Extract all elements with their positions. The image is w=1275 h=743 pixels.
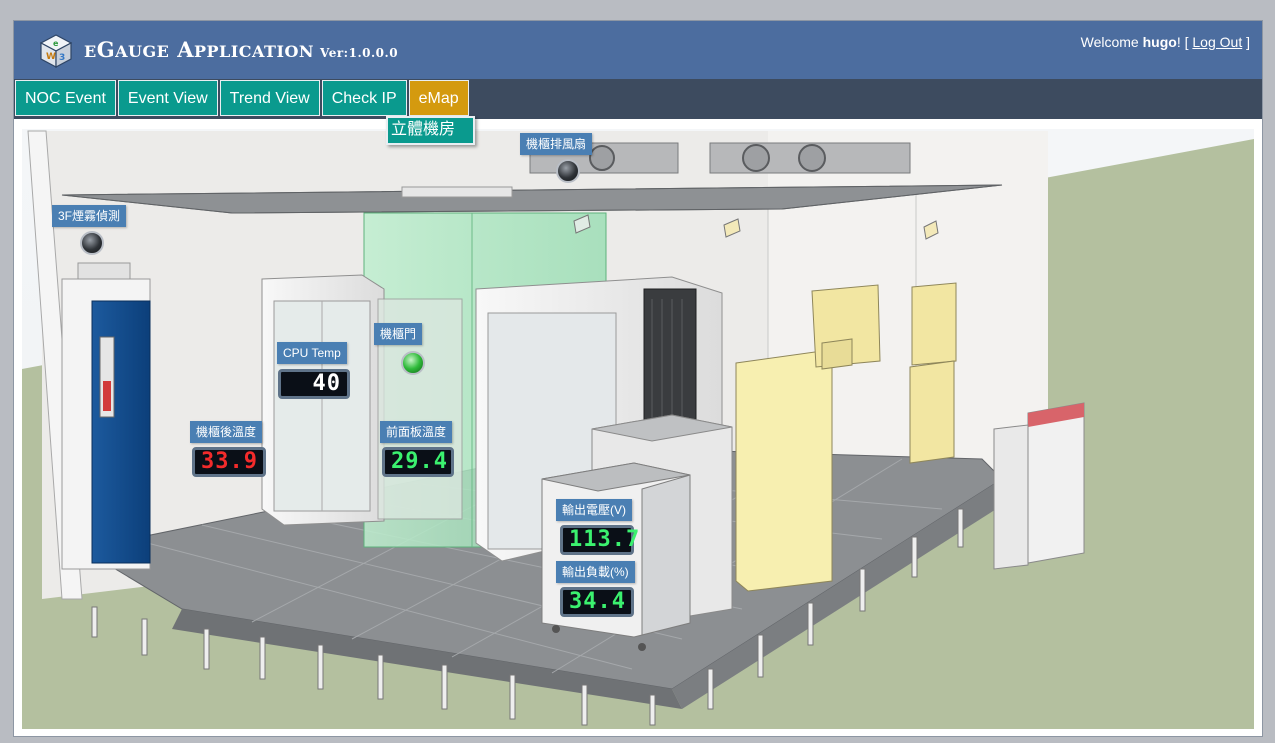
app-title-gauge-rest: AUGE — [115, 42, 170, 61]
tab-noc-event[interactable]: NOC Event — [15, 80, 116, 116]
nav-bar: NOC Event Event View Trend View Check IP… — [14, 79, 1262, 119]
app-version: Ver:1.0.0.0 — [320, 46, 399, 60]
nav-tabs: NOC Event Event View Trend View Check IP… — [15, 80, 471, 116]
rear-temp-value[interactable]: 33.9 — [192, 447, 266, 477]
tab-emap[interactable]: eMap — [408, 80, 469, 116]
emap-3d-server-room: 機櫃排風扇 3F煙霧偵測 機櫃門 CPU Temp 40 機櫃後溫度 33.9 … — [22, 129, 1254, 729]
cabinet-door-indicator-icon[interactable] — [401, 351, 425, 375]
smoke-detector-indicator-icon[interactable] — [80, 231, 104, 255]
svg-text:W: W — [46, 52, 56, 62]
cpu-temp-value[interactable]: 40 — [278, 369, 350, 399]
welcome-suffix: ! [ — [1176, 34, 1193, 50]
emap-submenu-item-3d-room[interactable]: 立體機房 — [386, 116, 475, 145]
tab-check-ip[interactable]: Check IP — [321, 80, 407, 116]
logout-link[interactable]: Log Out — [1192, 34, 1242, 50]
app-title-e: E — [84, 42, 97, 61]
tab-trend-view[interactable]: Trend View — [219, 80, 320, 116]
app-window: W 3 e EGAUGE APPLICATION Ver:1.0.0.0 Welc… — [13, 20, 1263, 737]
app-title-application-initial: A — [177, 37, 194, 62]
label-exhaust-fan: 機櫃排風扇 — [520, 133, 593, 155]
cube-logo-icon: W 3 e — [38, 33, 74, 69]
welcome-prefix: Welcome — [1080, 34, 1143, 50]
app-title-application-rest: PPLICATION — [193, 42, 315, 61]
svg-text:3: 3 — [59, 53, 65, 63]
output-voltage-value[interactable]: 113.7 — [560, 525, 639, 555]
app-title-gauge-initial: G — [96, 37, 116, 62]
label-rear-temp: 機櫃後溫度 — [190, 421, 263, 443]
output-load-value[interactable]: 34.4 — [560, 587, 634, 617]
welcome-end: ] — [1242, 34, 1250, 50]
username: hugo — [1142, 34, 1177, 50]
label-cabinet-door: 機櫃門 — [374, 323, 423, 345]
label-smoke-detector: 3F煙霧偵測 — [52, 205, 127, 227]
label-cpu-temp: CPU Temp — [277, 342, 347, 364]
app-header: W 3 e EGAUGE APPLICATION Ver:1.0.0.0 Welc… — [14, 21, 1262, 79]
tab-event-view[interactable]: Event View — [117, 80, 218, 116]
label-output-voltage: 輸出電壓(V) — [556, 499, 632, 521]
welcome-text: Welcome hugo! [ Log Out ] — [1081, 34, 1250, 50]
svg-text:e: e — [53, 39, 59, 48]
label-output-load: 輸出負載(%) — [556, 561, 635, 583]
exhaust-fan-indicator-icon[interactable] — [556, 159, 580, 183]
label-front-temp: 前面板溫度 — [380, 421, 453, 443]
front-temp-value[interactable]: 29.4 — [382, 447, 454, 477]
app-title: EGAUGE APPLICATION Ver:1.0.0.0 — [84, 37, 398, 62]
